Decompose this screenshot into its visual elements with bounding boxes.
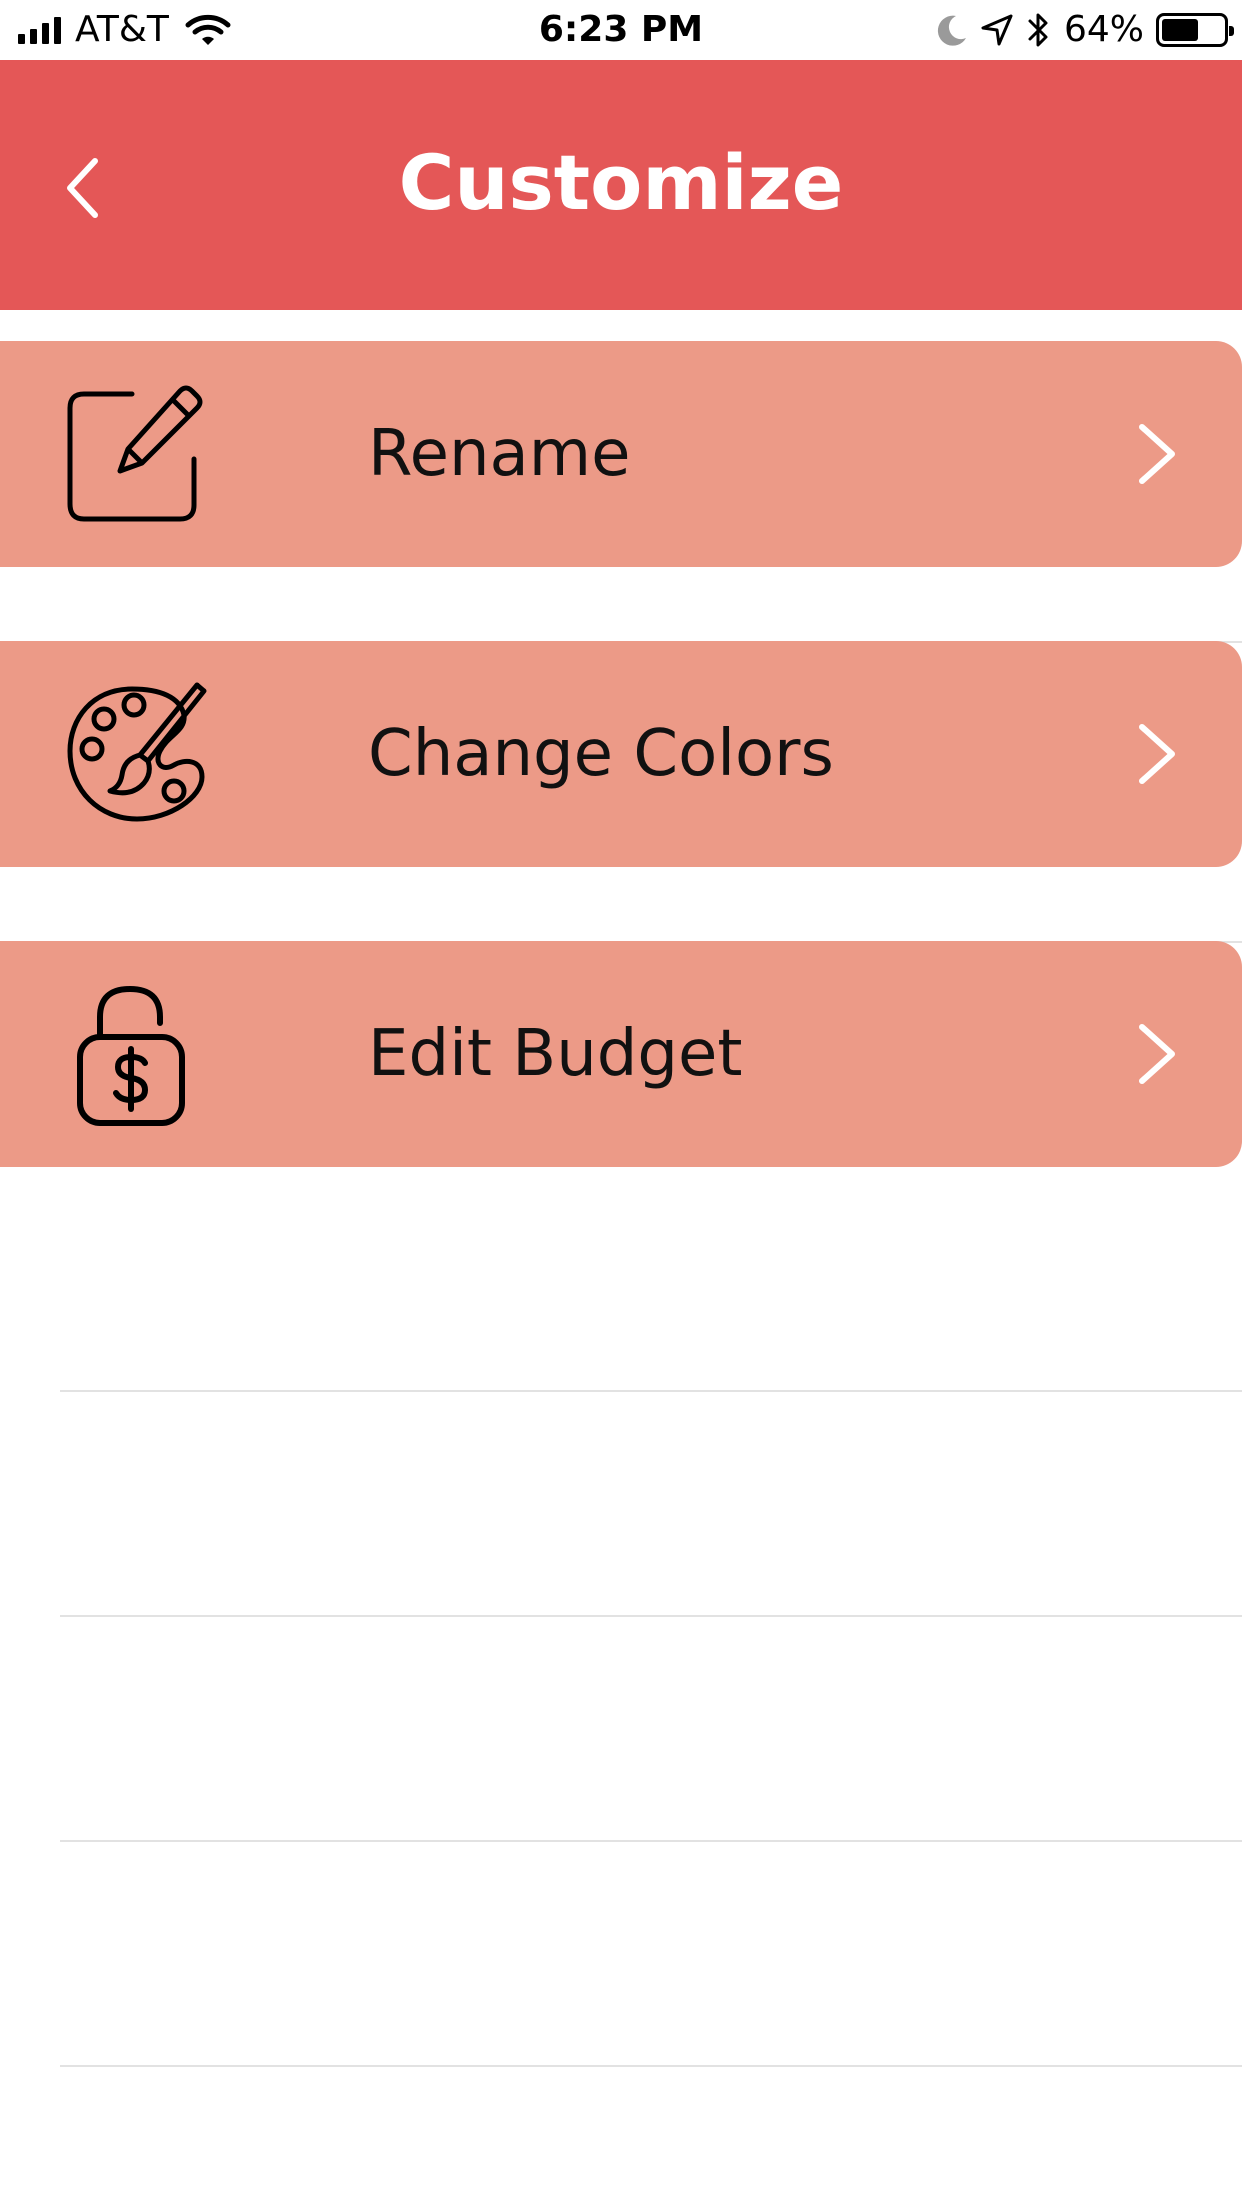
battery-icon [1156, 13, 1234, 47]
divider [60, 1390, 1242, 1392]
divider [60, 2065, 1242, 2067]
customize-screen: AT&T 6:23 PM 64% Customize Rename Change… [0, 0, 1242, 2208]
status-bar: AT&T 6:23 PM 64% [0, 0, 1242, 60]
page-title: Customize [398, 138, 844, 227]
location-arrow-icon [981, 14, 1013, 46]
menu-item-label: Edit Budget [368, 1017, 743, 1091]
divider [60, 1840, 1242, 1842]
battery-cap [1229, 26, 1234, 36]
bluetooth-icon [1028, 13, 1048, 47]
moon-icon [937, 15, 966, 46]
menu-item-change-colors[interactable]: Change Colors [0, 641, 1242, 867]
menu-item-label: Change Colors [368, 717, 834, 791]
divider [60, 1615, 1242, 1617]
palette-icon [67, 682, 207, 822]
battery-percent: 64% [1063, 9, 1144, 50]
nav-bar: Customize [0, 60, 1242, 310]
edit-pencil-icon [67, 385, 203, 522]
unlocked-dollar-lock-icon [77, 985, 185, 1126]
chevron-right-icon [1139, 424, 1175, 484]
battery-fill [1162, 19, 1199, 41]
menu-item-label: Rename [368, 417, 631, 491]
menu-item-rename[interactable]: Rename [0, 341, 1242, 567]
status-right: 64% [936, 9, 1234, 50]
menu-item-edit-budget[interactable]: Edit Budget [0, 941, 1242, 1167]
chevron-right-icon [1139, 724, 1175, 784]
chevron-right-icon [1139, 1024, 1175, 1084]
